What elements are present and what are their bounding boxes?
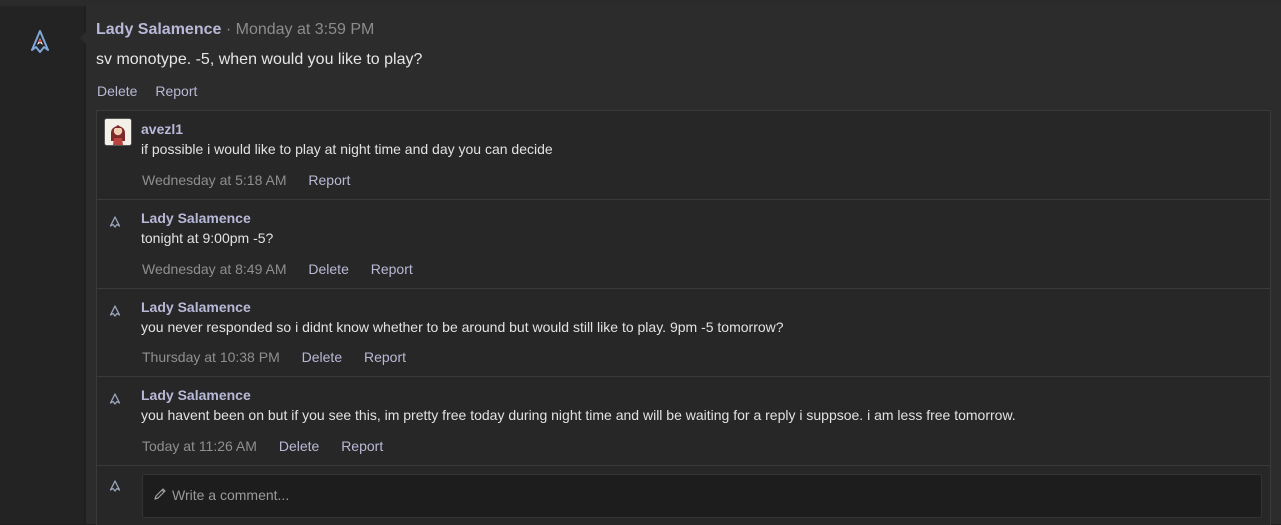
post-actions: Delete Report [97,83,211,99]
comment-text: tonight at 9:00pm -5? [141,230,274,246]
comment-author-link[interactable]: Lady Salamence [141,299,251,315]
profile-post: Lady Salamence · Monday at 3:59 PM sv mo… [86,6,1281,525]
comment-meta: Wednesday at 8:49 AM Delete Report [142,261,431,277]
post-author-link[interactable]: Lady Salamence [96,21,221,38]
comment-text: you havent been on but if you see this, … [141,407,1016,423]
comment-timestamp[interactable]: Wednesday at 8:49 AM [142,261,287,277]
comment-timestamp[interactable]: Wednesday at 5:18 AM [142,172,287,188]
flame-avatar-icon[interactable] [109,305,121,317]
post-timestamp[interactable]: Monday at 3:59 PM [236,21,375,38]
report-post-link[interactable]: Report [155,83,197,99]
flame-avatar-icon [109,480,121,492]
flame-avatar-icon[interactable] [109,216,121,228]
report-comment-link[interactable]: Report [308,172,350,188]
user-avatar[interactable] [104,118,132,146]
comment-meta: Wednesday at 5:18 AM Report [142,172,368,188]
delete-post-link[interactable]: Delete [97,83,137,99]
comment-text: if possible i would like to play at nigh… [141,141,553,157]
comment-author-link[interactable]: Lady Salamence [141,210,251,226]
comment-input-placeholder: Write a comment... [172,487,290,503]
pencil-icon [154,488,166,500]
salamence-avatar-icon[interactable] [29,30,51,54]
report-comment-link[interactable]: Report [364,349,406,365]
delete-comment-link[interactable]: Delete [279,438,319,454]
post-header: Lady Salamence · Monday at 3:59 PM [96,21,374,39]
comment-timestamp[interactable]: Today at 11:26 AM [142,438,257,454]
comment-item: Lady Salamence you never responded so i … [97,289,1270,377]
delete-comment-link[interactable]: Delete [308,261,348,277]
report-comment-link[interactable]: Report [341,438,383,454]
comment-item: avezl1 if possible i would like to play … [97,111,1270,200]
comment-meta: Today at 11:26 AM Delete Report [142,438,401,454]
comment-input[interactable]: Write a comment... [142,474,1262,518]
comment-author-link[interactable]: Lady Salamence [141,387,251,403]
comment-text: you never responded so i didnt know whet… [141,319,784,335]
girl-avatar-icon [105,119,131,145]
post-avatar-column [0,6,84,524]
header-separator: · [221,21,236,38]
report-comment-link[interactable]: Report [371,261,413,277]
comment-meta: Thursday at 10:38 PM Delete Report [142,349,424,365]
comment-item: Lady Salamence tonight at 9:00pm -5? Wed… [97,200,1270,289]
flame-avatar-icon[interactable] [109,393,121,405]
comment-list: avezl1 if possible i would like to play … [96,110,1271,525]
comment-item: Lady Salamence you havent been on but if… [97,377,1270,466]
post-body: sv monotype. -5, when would you like to … [96,51,423,68]
comment-timestamp[interactable]: Thursday at 10:38 PM [142,349,280,365]
comment-author-link[interactable]: avezl1 [141,121,183,137]
delete-comment-link[interactable]: Delete [302,349,342,365]
comment-compose-row: Write a comment... [97,465,1270,525]
